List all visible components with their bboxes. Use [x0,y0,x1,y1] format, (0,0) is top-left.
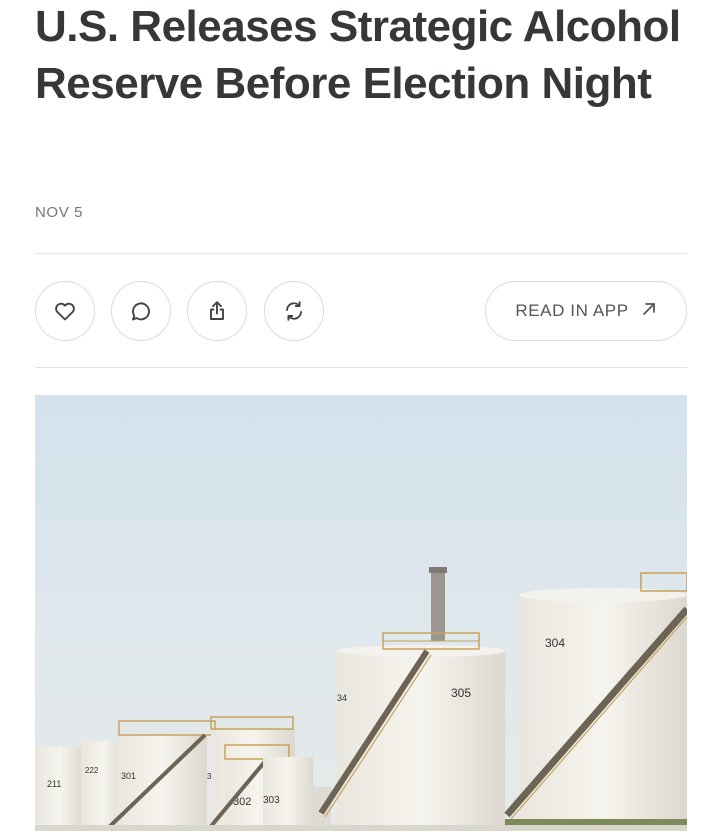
tank-303: 303 [263,757,313,831]
article-title: U.S. Releases Strategic Alcohol Reserve … [35,2,681,108]
post-date: NOV 5 [35,204,84,221]
divider-top [35,253,687,254]
tank-305: 304 [504,572,687,831]
read-in-app-label: READ IN APP [515,301,629,320]
oil-tanks-photo: 211 222 301 3 302 303 305 34 304 [35,395,687,831]
tank-label-304: 305 [451,686,471,700]
share-button[interactable] [187,281,247,341]
divider-bottom [35,367,687,368]
comment-bubble-icon [129,299,153,323]
tank-label-305: 304 [545,636,565,650]
tank-label-34: 34 [337,693,347,703]
tank-label-211: 211 [47,779,61,789]
tank-label-222: 222 [85,766,99,775]
tank-label-303: 303 [263,795,280,806]
arrow-up-right-icon [641,301,657,322]
tank-211: 211 [35,747,85,831]
tank-301: 301 [103,720,216,831]
comment-button[interactable] [111,281,171,341]
hero-image: 211 222 301 3 302 303 305 34 304 [35,395,687,831]
restack-button[interactable] [264,281,324,341]
tank-label-3: 3 [207,772,212,781]
heart-icon [53,299,77,323]
read-in-app-button[interactable]: READ IN APP [485,281,687,341]
restack-icon [282,299,306,323]
share-icon [205,299,229,323]
tank-label-301: 301 [121,771,136,781]
like-button[interactable] [35,281,95,341]
post-action-bar: READ IN APP [35,281,687,341]
article-page: U.S. Releases Strategic Alcohol Reserve … [0,0,722,840]
